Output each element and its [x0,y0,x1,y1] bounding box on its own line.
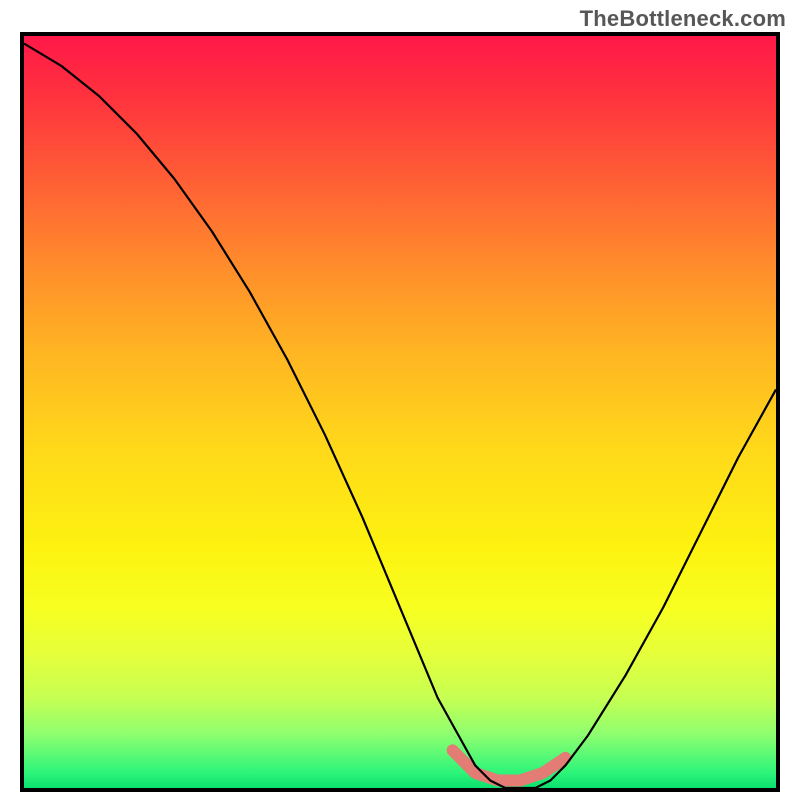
plot-svg-layer [24,36,776,788]
plot-frame [20,32,780,792]
bottleneck-curve [24,44,776,788]
chart-container: TheBottleneck.com [0,0,800,800]
watermark-text: TheBottleneck.com [580,6,786,32]
